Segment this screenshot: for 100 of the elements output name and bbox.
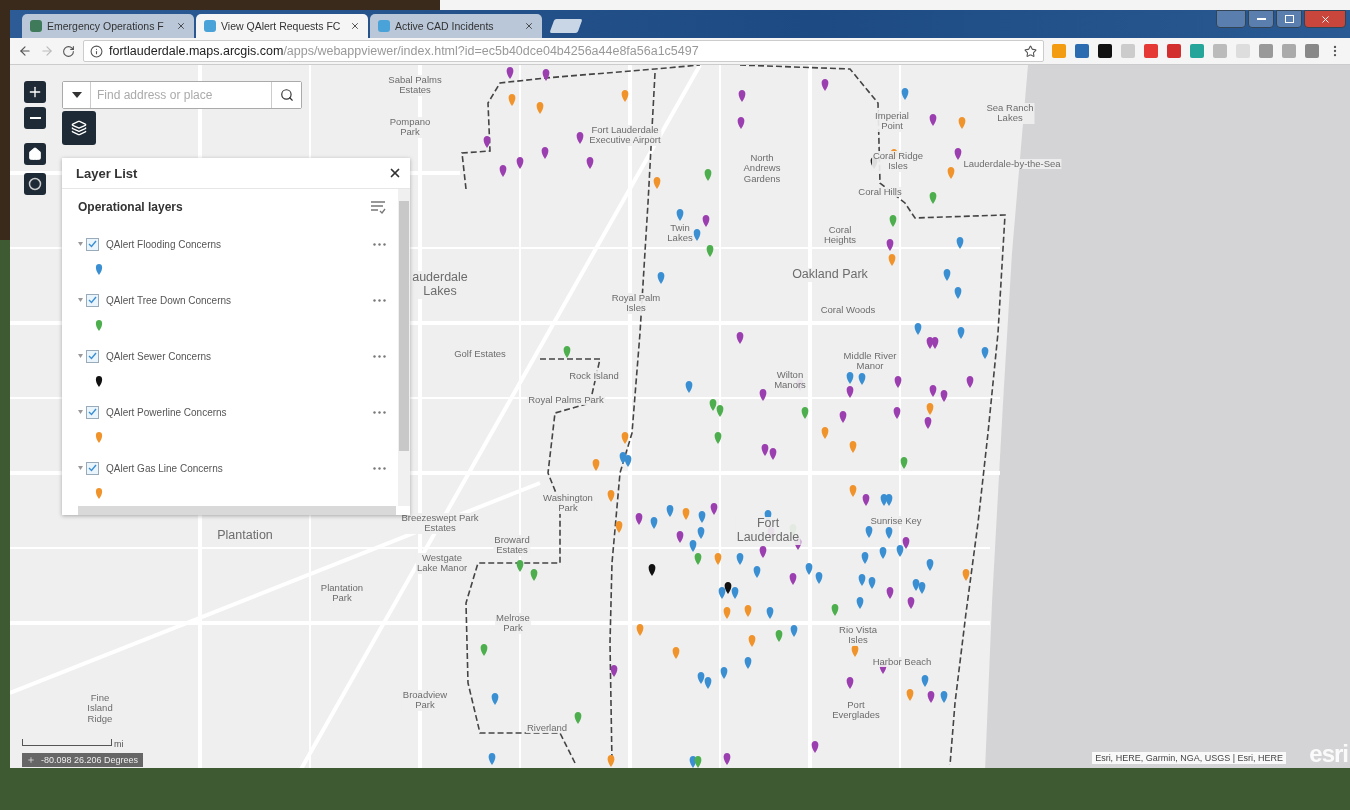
reload-button[interactable] [62, 44, 75, 58]
scale-unit: mi [114, 739, 124, 749]
place-label: Coral Heights [822, 225, 858, 246]
layer-options-button[interactable] [373, 242, 386, 246]
maximize-button[interactable] [1276, 10, 1302, 28]
place-label: Coral Hills [857, 187, 903, 198]
place-label: Breezeswept Park Estates [400, 513, 480, 534]
layer-options-button[interactable] [373, 410, 386, 414]
close-button[interactable] [388, 166, 402, 180]
forward-button[interactable] [40, 44, 54, 58]
place-label: Rock Island [568, 371, 620, 382]
panel-title: Layer List [76, 165, 138, 181]
search-box[interactable]: Find address or place [62, 81, 302, 109]
bookmark-star-icon[interactable] [1024, 44, 1037, 58]
section-title: Operational layers [78, 200, 183, 214]
place-label: Lauderdale-by-the-Sea [962, 159, 1062, 170]
close-icon [388, 166, 402, 180]
expand-caret-icon[interactable] [78, 298, 83, 302]
place-label: auderdale Lakes [411, 271, 469, 299]
site-icon [378, 20, 390, 32]
browser-tab[interactable]: Emergency Operations F [22, 14, 194, 38]
place-label: Middle River Manor [842, 351, 898, 372]
ellipsis-icon [373, 298, 386, 302]
ellipsis-icon [373, 466, 386, 470]
ellipsis-icon [373, 242, 386, 246]
place-label: Pompano Park [388, 117, 432, 138]
attribution-text: Esri, HERE, Garmin, NGA, USGS | Esri, HERE [1092, 752, 1286, 764]
place-label: Broadview Park [401, 690, 449, 711]
expand-caret-icon[interactable] [78, 242, 83, 246]
layer-checkbox[interactable] [86, 293, 99, 307]
layer-options-button[interactable] [373, 354, 386, 358]
close-icon[interactable] [176, 21, 186, 31]
place-label: Riverland [525, 723, 569, 734]
site-icon [30, 20, 42, 32]
minimize-icon [1256, 18, 1266, 20]
plus-icon [27, 84, 43, 100]
maximize-icon [1284, 15, 1294, 23]
place-label: Broward Estates [493, 535, 531, 556]
ellipsis-icon [373, 354, 386, 358]
place-label: Fort Lauderdale Executive Airport [588, 125, 662, 146]
locate-button[interactable] [24, 173, 46, 195]
ellipsis-icon [373, 410, 386, 414]
zoom-in-button[interactable] [24, 81, 46, 103]
back-button[interactable] [18, 44, 32, 58]
layer-name: QAlert Flooding Concerns [106, 238, 223, 250]
expand-caret-icon[interactable] [78, 354, 83, 358]
extension-icon[interactable] [1098, 44, 1112, 58]
place-label: Imperial Point [874, 111, 910, 132]
new-tab-button[interactable] [549, 19, 583, 33]
place-label: Twin Lakes [666, 223, 694, 244]
place-label: Wilton Manors [773, 370, 807, 391]
place-label: Sabal Palms Estates [387, 75, 443, 96]
place-label: Sunrise Key [869, 516, 923, 527]
layer-checkbox[interactable] [86, 405, 99, 419]
coordinates-text: -80.098 26.206 Degrees [41, 755, 139, 765]
plus-icon[interactable] [27, 756, 35, 764]
layer-checkbox[interactable] [86, 237, 99, 251]
caret-icon [71, 92, 82, 98]
expand-caret-icon[interactable] [78, 410, 83, 414]
expand-caret-icon[interactable] [78, 466, 83, 470]
place-label: Coral Woods [819, 305, 877, 316]
layer-options-button[interactable] [373, 298, 386, 302]
minus-icon [29, 117, 41, 119]
search-icon [279, 88, 294, 102]
site-icon [204, 20, 216, 32]
search-source-dropdown[interactable] [63, 82, 91, 108]
browser-tab[interactable]: View QAlert Requests FC [196, 14, 368, 38]
layer-name: QAlert Tree Down Concerns [106, 294, 233, 306]
minimize-button[interactable] [1248, 10, 1274, 28]
layers-icon [71, 120, 87, 136]
place-label: Golf Estates [453, 349, 507, 360]
list-options-icon[interactable] [370, 200, 386, 214]
home-icon [28, 147, 42, 161]
info-icon [90, 44, 103, 58]
place-label: Royal Palms Park [527, 395, 605, 406]
place-label: Westgate Lake Manor [415, 553, 469, 574]
close-icon [1319, 13, 1331, 25]
place-label: Plantation Park [319, 583, 365, 604]
place-label: Port Everglades [831, 700, 881, 721]
place-label: Sea Ranch Lakes [985, 103, 1035, 124]
close-icon[interactable] [350, 21, 360, 31]
close-icon[interactable] [524, 21, 534, 31]
place-label: Melrose Park [495, 613, 531, 634]
address-bar[interactable]: fortlauderdale.maps.arcgis.com/apps/webappviewer/index.html?id=ec5b40dce04b4256a44e8fa56a1c5497 [83, 40, 1044, 62]
place-label: Harbor Beach [871, 657, 933, 668]
place-label: Oakland Park [791, 268, 869, 282]
place-label: Rio Vista Isles [838, 625, 878, 646]
place-label: Fine Island Ridge [86, 693, 114, 725]
layer-options-button[interactable] [373, 466, 386, 470]
scrollbar[interactable] [398, 189, 410, 506]
layer-checkbox[interactable] [86, 461, 99, 475]
layer-list-button[interactable] [62, 111, 96, 145]
search-button[interactable] [271, 82, 301, 108]
horizontal-scrollbar[interactable] [78, 506, 396, 515]
layer-name: QAlert Powerline Concerns [106, 406, 228, 418]
layer-checkbox[interactable] [86, 349, 99, 363]
browser-tab[interactable]: Active CAD Incidents [370, 14, 542, 38]
place-label: Fort Lauderdale [735, 517, 801, 545]
home-button[interactable] [24, 143, 46, 165]
zoom-out-button[interactable] [24, 107, 46, 129]
